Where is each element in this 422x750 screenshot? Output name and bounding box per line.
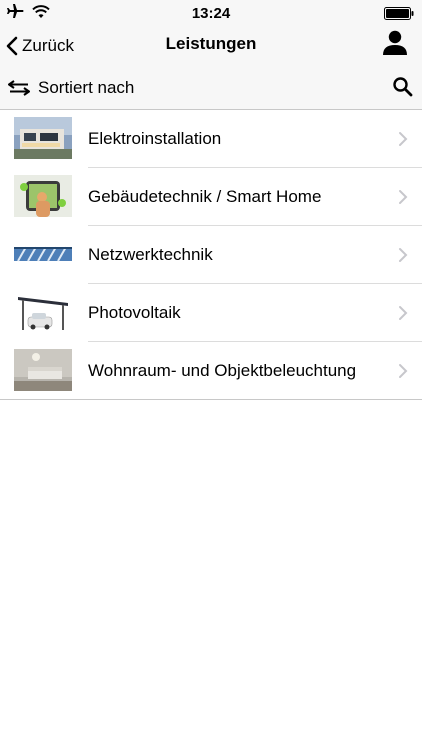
item-label: Elektroinstallation [88, 129, 222, 148]
chevron-right-icon [399, 248, 408, 262]
list-item-gebaeudetechnik[interactable]: Gebäudetechnik / Smart Home [0, 168, 422, 226]
modern-house-photo [14, 117, 72, 159]
solar-carport-photo [14, 291, 72, 333]
list-item-elektroinstallation[interactable]: Elektroinstallation [0, 110, 422, 168]
sort-button[interactable]: Sortiert nach [8, 76, 134, 100]
user-icon[interactable] [382, 30, 408, 56]
item-label: Wohnraum- und Objektbeleuchtung [88, 361, 357, 380]
network-cables-photo [14, 233, 72, 275]
sort-bar: Sortiert nach [0, 64, 422, 110]
chevron-right-icon [399, 132, 408, 146]
item-label: Photovoltaik [88, 303, 181, 322]
search-icon[interactable] [392, 76, 414, 98]
page-title: Leistungen [165, 34, 257, 53]
services-list: Elektroinstallation Gebäudetechnik / Sma… [0, 110, 422, 400]
chevron-right-icon [399, 306, 408, 320]
chevron-right-icon [399, 190, 408, 204]
chevron-right-icon [399, 364, 408, 378]
navigation-bar: Zurück Leistungen [0, 28, 422, 64]
living-room-photo [14, 349, 72, 391]
sort-label: Sortiert nach [38, 78, 135, 97]
status-bar: 13:24 [0, 0, 422, 28]
item-label: Netzwerktechnik [88, 245, 213, 264]
battery-icon [384, 7, 414, 20]
item-label: Gebäudetechnik / Smart Home [88, 187, 322, 206]
smartphone-hand-photo [14, 175, 72, 217]
swap-arrows-icon [8, 80, 30, 96]
list-item-photovoltaik[interactable]: Photovoltaik [0, 284, 422, 342]
status-time: 13:24 [191, 5, 231, 22]
list-item-netzwerktechnik[interactable]: Netzwerktechnik [0, 226, 422, 284]
list-item-wohnraumbeleuchtung[interactable]: Wohnraum- und Objektbeleuchtung [0, 342, 422, 400]
